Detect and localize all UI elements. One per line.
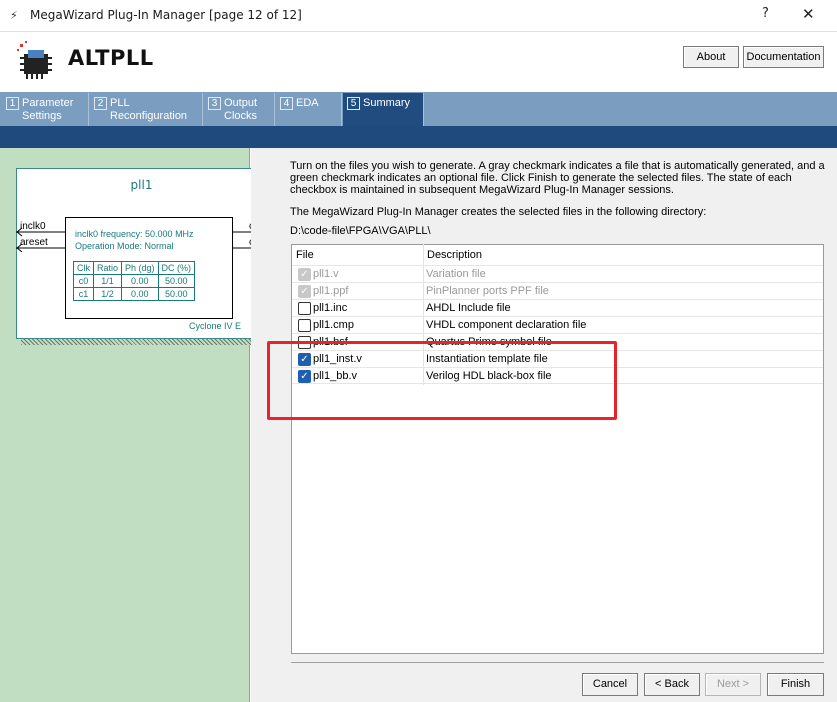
table-cell: 0.00 bbox=[121, 287, 159, 301]
product-title: ALTPLL bbox=[68, 46, 154, 70]
tab-underline-strip bbox=[0, 126, 837, 148]
table-cell: 0.00 bbox=[121, 274, 159, 288]
tab-label: Summary bbox=[363, 97, 411, 109]
about-button[interactable]: About bbox=[683, 46, 739, 68]
highlight-annotation bbox=[267, 341, 617, 420]
tab-output-clocks[interactable]: 3 Output Clocks bbox=[204, 93, 275, 126]
checkbox[interactable] bbox=[298, 319, 311, 332]
table-header-cell: DC (%) bbox=[157, 261, 196, 275]
tab-number: 2 bbox=[94, 97, 107, 110]
file-description: AHDL Include file bbox=[426, 302, 511, 314]
tab-label: Output Clocks bbox=[224, 97, 258, 122]
device-family: Cyclone IV E bbox=[189, 321, 242, 331]
block-name: pll1 bbox=[130, 178, 153, 192]
file-row: pll1.cmp VHDL component declaration file bbox=[292, 316, 823, 333]
tab-summary[interactable]: 5 Summary bbox=[343, 93, 424, 126]
finish-button[interactable]: Finish bbox=[767, 673, 824, 696]
tab-number: 4 bbox=[280, 97, 293, 110]
back-button[interactable]: < Back bbox=[644, 673, 700, 696]
table-row: c0 1/1 0.00 50.00 bbox=[73, 274, 196, 288]
table-row: c1 1/2 0.00 50.00 bbox=[73, 287, 196, 301]
table-header-cell: Ratio bbox=[92, 261, 123, 275]
file-row: ✓ pll1.v Variation file bbox=[292, 265, 823, 282]
checkbox-gray: ✓ bbox=[298, 285, 311, 298]
next-button: Next > bbox=[705, 673, 761, 696]
documentation-button[interactable]: Documentation bbox=[743, 46, 824, 68]
table-header-cell: Clk bbox=[73, 261, 94, 275]
file-name: pll1.v bbox=[313, 268, 339, 280]
table-cell: 50.00 bbox=[157, 274, 196, 288]
checkbox-gray: ✓ bbox=[298, 268, 311, 281]
tab-number: 1 bbox=[6, 97, 19, 110]
footer-divider bbox=[291, 662, 824, 663]
close-button[interactable]: ✕ bbox=[802, 5, 815, 23]
tab-number: 5 bbox=[347, 97, 360, 110]
clock-table: Clk Ratio Ph (dg) DC (%) c0 1/1 0.00 50.… bbox=[73, 261, 196, 301]
file-description: PinPlanner ports PPF file bbox=[426, 285, 549, 297]
chip-logo-icon bbox=[17, 41, 52, 79]
port-lines bbox=[16, 227, 267, 252]
port-inclk0: inclk0 bbox=[20, 221, 46, 232]
table-cell: 50.00 bbox=[157, 287, 196, 301]
tab-pll-reconfiguration[interactable]: 2 PLL Reconfiguration bbox=[90, 93, 203, 126]
tab-number: 3 bbox=[208, 97, 221, 110]
tab-label: Parameter Settings bbox=[22, 97, 74, 122]
table-cell: 1/1 bbox=[92, 274, 123, 288]
table-row: Clk Ratio Ph (dg) DC (%) bbox=[73, 261, 196, 275]
table-cell: c1 bbox=[73, 287, 94, 301]
wand-icon: ⚡ bbox=[10, 9, 18, 22]
description-column-header: Description bbox=[427, 249, 483, 261]
file-name: pll1.cmp bbox=[313, 319, 354, 331]
file-description: Variation file bbox=[426, 268, 486, 280]
output-directory: D:\code-file\FPGA\VGA\PLL\ bbox=[290, 225, 431, 237]
table-header-cell: Ph (dg) bbox=[121, 261, 159, 275]
file-name: pll1.ppf bbox=[313, 285, 349, 297]
tab-eda[interactable]: 4 EDA bbox=[276, 93, 342, 126]
file-row: ✓ pll1.ppf PinPlanner ports PPF file bbox=[292, 282, 823, 299]
help-button[interactable]: ? bbox=[762, 6, 769, 21]
port-areset: areset bbox=[20, 237, 48, 248]
file-description: VHDL component declaration file bbox=[426, 319, 587, 331]
tab-parameter-settings[interactable]: 1 Parameter Settings bbox=[2, 93, 89, 126]
file-name: pll1.inc bbox=[313, 302, 348, 314]
table-cell: 1/2 bbox=[92, 287, 123, 301]
tab-label: EDA bbox=[296, 97, 319, 109]
directory-caption: The MegaWizard Plug-In Manager creates t… bbox=[290, 206, 707, 218]
instructions-text: Turn on the files you wish to generate. … bbox=[290, 160, 825, 196]
file-row: pll1.inc AHDL Include file bbox=[292, 299, 823, 316]
cancel-button[interactable]: Cancel bbox=[582, 673, 638, 696]
tab-label: PLL Reconfiguration bbox=[110, 97, 188, 122]
table-cell: c0 bbox=[73, 274, 94, 288]
window-title: MegaWizard Plug-In Manager [page 12 of 1… bbox=[30, 8, 302, 22]
checkbox[interactable] bbox=[298, 302, 311, 315]
file-column-header: File bbox=[296, 249, 314, 261]
